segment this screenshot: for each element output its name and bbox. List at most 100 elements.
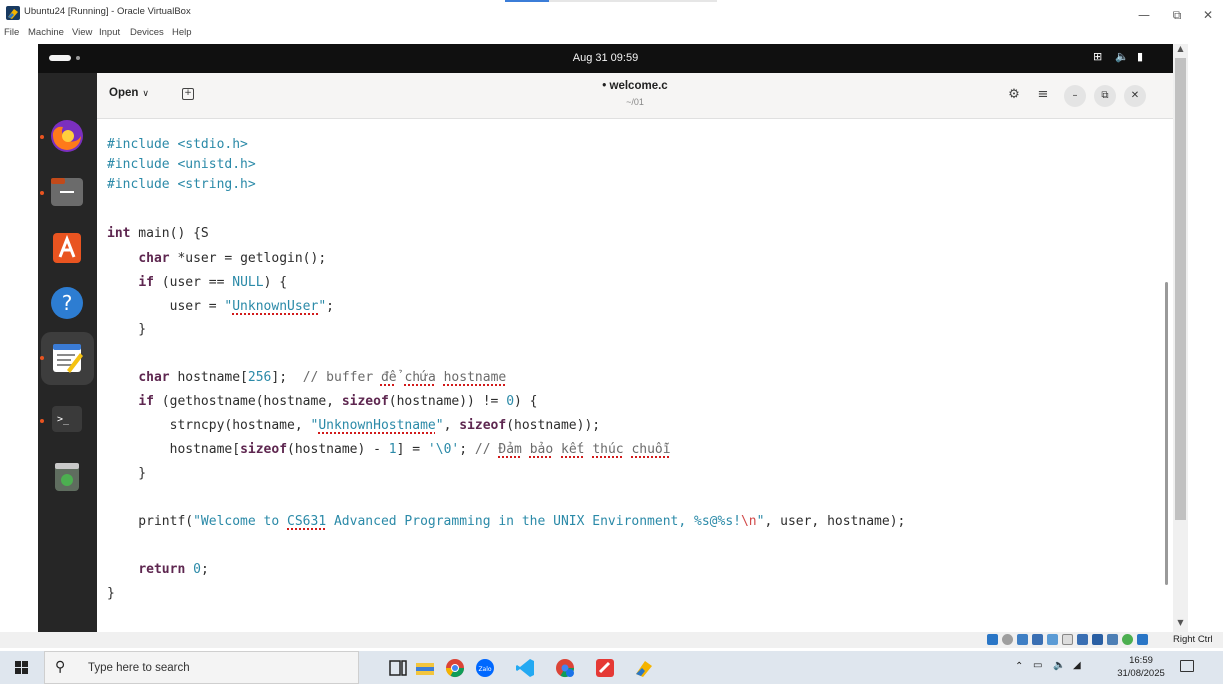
taskbar-time[interactable]: 16:59	[1112, 655, 1170, 666]
host-close-button[interactable]: ✕	[1195, 6, 1221, 24]
menu-view[interactable]: View	[72, 27, 92, 38]
menu-machine[interactable]: Machine	[28, 27, 64, 38]
vscode-icon[interactable]	[514, 657, 536, 679]
battery-icon[interactable]: ▭	[1033, 660, 1042, 671]
minimize-button[interactable]: –	[1064, 85, 1086, 107]
shared-folders-icon[interactable]	[1062, 634, 1073, 645]
menu-file[interactable]: File	[4, 27, 19, 38]
code-line: #include <stdio.h>	[107, 135, 248, 155]
text-editor-icon[interactable]	[49, 340, 85, 376]
file-explorer-icon[interactable]	[414, 657, 436, 679]
code-line: #include <unistd.h>	[107, 155, 256, 175]
top-bar-clock[interactable]: Aug 31 09:59	[38, 52, 1173, 64]
editor-scrollbar[interactable]	[1165, 282, 1168, 585]
display-icon[interactable]	[1077, 634, 1088, 645]
host-window-title: Ubuntu24 [Running] - Oracle VirtualBox	[24, 6, 191, 17]
task-view-icon[interactable]	[387, 657, 409, 679]
host-progress-bar	[505, 0, 549, 2]
host-key-label[interactable]: Right Ctrl	[1173, 634, 1213, 645]
text-editor-window: Open ∨ + • welcome.c ~/01 ⚙ ≡ – ⧉ ✕ #incl…	[97, 73, 1173, 632]
show-hidden-icons-icon[interactable]: ⌃	[1015, 661, 1023, 672]
search-placeholder: Type here to search	[88, 662, 190, 674]
svg-text:Zalo: Zalo	[478, 666, 491, 673]
virtualbox-taskbar-icon[interactable]	[634, 657, 656, 679]
code-text: return 0;	[138, 562, 209, 577]
running-indicator	[40, 356, 44, 360]
settings-icon[interactable]: ⚙	[1004, 85, 1024, 105]
code-text: int main() {S	[107, 226, 209, 241]
code-text: #include <stdio.h>	[107, 137, 248, 152]
code-line: }	[107, 464, 146, 484]
hard-disk-icon[interactable]	[987, 634, 998, 645]
code-line: }	[107, 584, 115, 604]
scroll-up-arrow-icon[interactable]: ▲	[1174, 44, 1187, 56]
taskbar-search-box[interactable]: ⚲ Type here to search	[44, 651, 359, 684]
vm-view-scrollbar-thumb[interactable]	[1175, 58, 1186, 520]
wifi-icon[interactable]: ◢	[1073, 660, 1081, 671]
code-text: char *user = getlogin();	[138, 251, 327, 266]
editor-header-bar: Open ∨ + • welcome.c ~/01 ⚙ ≡ – ⧉ ✕	[97, 73, 1173, 119]
code-line: hostname[sizeof(hostname) - 1] = '\0'; /…	[107, 440, 671, 460]
host-progress-track	[549, 0, 717, 2]
virtualbox-logo-icon	[6, 6, 20, 20]
guest-additions-icon[interactable]	[1122, 634, 1133, 645]
code-line: return 0;	[107, 560, 209, 580]
zalo-icon[interactable]: Zalo	[474, 657, 496, 679]
code-text: }	[107, 322, 147, 337]
terminal-icon[interactable]: >_	[49, 401, 85, 437]
speaker-icon[interactable]: 🔈	[1053, 660, 1065, 671]
search-icon: ⚲	[55, 659, 66, 675]
chrome-profile-icon[interactable]	[554, 657, 576, 679]
files-icon[interactable]	[49, 174, 85, 210]
running-indicator	[40, 191, 44, 195]
app-center-icon[interactable]	[49, 230, 85, 266]
code-text: if (gethostname(hostname, sizeof(hostnam…	[138, 394, 538, 409]
code-text: #include <unistd.h>	[107, 157, 256, 172]
menu-input[interactable]: Input	[99, 27, 120, 38]
code-text: if (user == NULL) {	[138, 275, 288, 290]
virtualbox-menubar: File Machine View Input Devices Help	[0, 27, 1223, 41]
cpu-icon[interactable]	[1107, 634, 1118, 645]
app-red-icon[interactable]	[594, 657, 616, 679]
virtualbox-status-bar: Right Ctrl	[0, 632, 1223, 648]
notification-center-icon[interactable]	[1180, 660, 1194, 672]
running-indicator	[40, 419, 44, 423]
code-text: strncpy(hostname, "UnknownHostname", siz…	[107, 418, 601, 433]
host-maximize-button[interactable]: ⧉	[1164, 6, 1190, 24]
scroll-down-arrow-icon[interactable]: ▼	[1174, 618, 1187, 630]
maximize-button[interactable]: ⧉	[1094, 85, 1116, 107]
svg-text:>_: >_	[57, 414, 70, 425]
help-icon[interactable]: ?	[49, 285, 85, 321]
host-minimize-button[interactable]: —	[1131, 6, 1157, 24]
mouse-integration-icon[interactable]	[1137, 634, 1148, 645]
menu-devices[interactable]: Devices	[130, 27, 164, 38]
close-button[interactable]: ✕	[1124, 85, 1146, 107]
network-adapter-icon[interactable]	[1032, 634, 1043, 645]
code-text: }	[107, 586, 115, 601]
code-text: hostname[sizeof(hostname) - 1] = '\0'; /…	[107, 442, 671, 457]
code-line: int main() {S	[107, 224, 209, 244]
code-text: user = "UnknownUser";	[107, 299, 334, 314]
code-line: char *user = getlogin();	[107, 249, 326, 269]
audio-icon[interactable]	[1017, 634, 1028, 645]
code-line: printf("Welcome to CS631 Advanced Progra…	[107, 512, 905, 532]
windows-start-icon[interactable]	[0, 651, 44, 684]
ubuntu-dock: ? >_	[38, 73, 97, 632]
code-text: #include <string.h>	[107, 177, 256, 192]
gnome-top-bar: Aug 31 09:59 ⊞ 🔈 ▮	[38, 44, 1173, 73]
firefox-icon[interactable]	[49, 118, 85, 154]
windows-taskbar: ⚲ Type here to search Zalo ⌃ ▭ 🔈 ◢ 16:59…	[0, 651, 1223, 684]
code-editor[interactable]: #include <stdio.h> #include <unistd.h> #…	[97, 119, 1157, 631]
chrome-icon[interactable]	[444, 657, 466, 679]
hamburger-menu-icon[interactable]: ≡	[1033, 85, 1053, 105]
taskbar-date[interactable]: 31/08/2025	[1112, 668, 1170, 679]
menu-help[interactable]: Help	[172, 27, 192, 38]
usb-icon[interactable]	[1047, 634, 1058, 645]
trash-icon[interactable]	[49, 459, 85, 495]
code-line: }	[107, 320, 146, 340]
code-text: }	[107, 466, 147, 481]
code-line: if (gethostname(hostname, sizeof(hostnam…	[107, 392, 538, 412]
running-indicator	[40, 135, 44, 139]
recording-icon[interactable]	[1092, 634, 1103, 645]
optical-drive-icon[interactable]	[1002, 634, 1013, 645]
